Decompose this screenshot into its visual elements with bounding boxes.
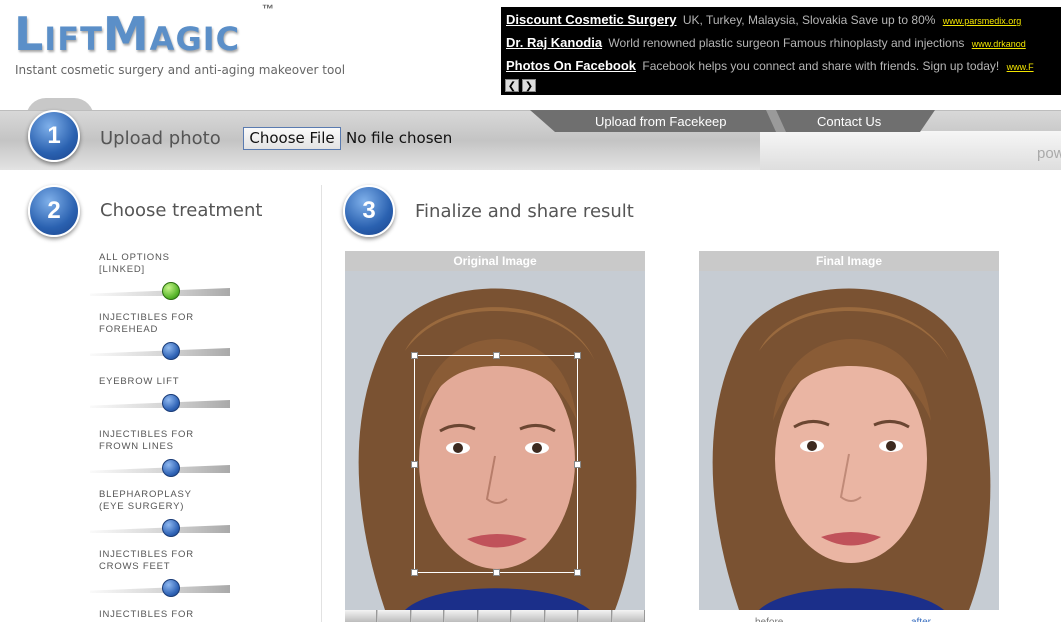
slider-rail	[90, 585, 230, 593]
upload-facekeep-link[interactable]: Upload from Facekeep	[595, 114, 727, 129]
step3-badge: 3	[343, 185, 395, 237]
toolbar-button[interactable]	[345, 610, 378, 622]
ad-desc: Facebook helps you connect and share wit…	[642, 59, 1000, 73]
slider-label: ALL OPTIONS	[99, 252, 170, 263]
slider-label: FROWN LINES	[99, 441, 174, 452]
slider-track[interactable]	[90, 519, 230, 537]
toolbar-button[interactable]	[579, 610, 612, 622]
original-image-panel: Original Image	[345, 251, 645, 622]
ad-desc: World renowned plastic surgeon Famous rh…	[608, 36, 965, 50]
slider-knob[interactable]	[162, 342, 180, 360]
original-image-title: Original Image	[345, 251, 645, 271]
top-nav: Upload from Facekeep Contact Us	[530, 110, 935, 132]
crop-handle[interactable]	[493, 352, 500, 359]
step2-label: Choose treatment	[100, 200, 263, 221]
final-photo	[699, 271, 999, 610]
file-status: No file chosen	[346, 129, 453, 147]
toolbar-button[interactable]	[378, 610, 411, 622]
logo-text: LiftMagic	[14, 7, 241, 61]
contact-us-link[interactable]: Contact Us	[817, 114, 881, 129]
toolbar-button[interactable]	[445, 610, 478, 622]
slider-knob[interactable]	[162, 394, 180, 412]
slider-label: INJECTIBLES FOR	[99, 429, 194, 440]
treatment-slider: BLEPHAROPLASY (EYE SURGERY)	[90, 489, 240, 537]
treatment-slider: INJECTIBLES FOR FROWN LINES	[90, 429, 240, 477]
ad-nav: ❮ ❯	[505, 79, 536, 92]
ad-title[interactable]: Dr. Raj Kanodia	[506, 35, 602, 50]
slider-track[interactable]	[90, 579, 230, 597]
slider-track[interactable]	[90, 459, 230, 477]
toolbar-button[interactable]	[411, 610, 445, 622]
crop-handle[interactable]	[574, 352, 581, 359]
slider-label: CROWS FEET	[99, 561, 171, 572]
slider-label: INJECTIBLES FOR	[99, 312, 194, 323]
slider-rail	[90, 400, 230, 408]
toolbar-button[interactable]	[612, 610, 645, 622]
crop-handle[interactable]	[574, 569, 581, 576]
slider-knob[interactable]	[162, 579, 180, 597]
ad-item[interactable]: Discount Cosmetic Surgery UK, Turkey, Ma…	[506, 12, 1021, 32]
crop-handle[interactable]	[574, 461, 581, 468]
crop-box[interactable]	[414, 355, 578, 573]
slider-label: (EYE SURGERY)	[99, 501, 185, 512]
slider-rail	[90, 288, 230, 296]
ad-url[interactable]: www.parsmedix.org	[943, 16, 1022, 26]
ad-next-icon[interactable]: ❯	[522, 79, 536, 92]
toolbar-button[interactable]	[545, 610, 579, 622]
slider-label: [LINKED]	[99, 264, 145, 275]
slider-label: INJECTIBLES FOR	[99, 549, 194, 560]
slider-knob[interactable]	[162, 459, 180, 477]
ad-title[interactable]: Discount Cosmetic Surgery	[506, 12, 677, 27]
ad-title[interactable]: Photos On Facebook	[506, 58, 636, 73]
slider-track[interactable]	[90, 282, 230, 300]
image-toolbar	[345, 610, 645, 622]
ad-prev-icon[interactable]: ❮	[505, 79, 519, 92]
step1-badge: 1	[28, 110, 80, 162]
step3-label: Finalize and share result	[415, 201, 634, 222]
trademark: ™	[262, 2, 274, 16]
slider-rail	[90, 465, 230, 473]
toolbar-button[interactable]	[512, 610, 545, 622]
final-image-panel: Final Image before after	[699, 251, 999, 622]
step2-badge: 2	[28, 185, 80, 237]
column-divider	[321, 185, 322, 622]
final-image-title: Final Image	[699, 251, 999, 271]
crop-handle[interactable]	[493, 569, 500, 576]
slider-rail	[90, 348, 230, 356]
ad-url[interactable]: www.F	[1007, 62, 1034, 72]
powered-by-text: pow	[1037, 145, 1061, 162]
crop-handle[interactable]	[411, 352, 418, 359]
slider-knob[interactable]	[162, 519, 180, 537]
slider-knob[interactable]	[162, 282, 180, 300]
toolbar-button[interactable]	[478, 610, 512, 622]
slider-label: INJECTIBLES FOR	[99, 609, 194, 620]
step1-label: Upload photo	[100, 128, 221, 149]
slider-track[interactable]	[90, 394, 230, 412]
ad-item[interactable]: Dr. Raj Kanodia World renowned plastic s…	[506, 35, 1026, 55]
original-photo[interactable]	[345, 271, 645, 610]
tagline: Instant cosmetic surgery and anti-aging …	[15, 63, 346, 77]
slider-label: BLEPHAROPLASY	[99, 489, 192, 500]
treatment-slider: EYEBROW LIFT	[90, 376, 240, 412]
logo[interactable]: LiftMagic	[14, 6, 240, 62]
ad-desc: UK, Turkey, Malaysia, Slovakia Save up t…	[682, 13, 936, 27]
upload-bar-right	[760, 131, 1061, 170]
slider-track[interactable]	[90, 342, 230, 360]
slider-label: EYEBROW LIFT	[99, 376, 180, 387]
treatment-slider: INJECTIBLES FOR CROWS FEET	[90, 549, 240, 597]
treatment-slider: INJECTIBLES FOR FOREHEAD	[90, 312, 240, 360]
ad-item[interactable]: Photos On Facebook Facebook helps you co…	[506, 58, 1034, 78]
ad-banner: Discount Cosmetic Surgery UK, Turkey, Ma…	[501, 7, 1061, 95]
slider-label: FOREHEAD	[99, 324, 159, 335]
crop-handle[interactable]	[411, 461, 418, 468]
choose-file-button[interactable]: Choose File	[243, 127, 341, 150]
slider-rail	[90, 525, 230, 533]
face-image	[699, 271, 999, 610]
before-label[interactable]: before	[755, 617, 783, 622]
treatment-slider: INJECTIBLES FOR	[90, 609, 240, 621]
crop-handle[interactable]	[411, 569, 418, 576]
after-label[interactable]: after	[911, 617, 931, 622]
ad-url[interactable]: www.drkanod	[972, 39, 1026, 49]
treatment-slider: ALL OPTIONS [LINKED]	[90, 252, 240, 300]
